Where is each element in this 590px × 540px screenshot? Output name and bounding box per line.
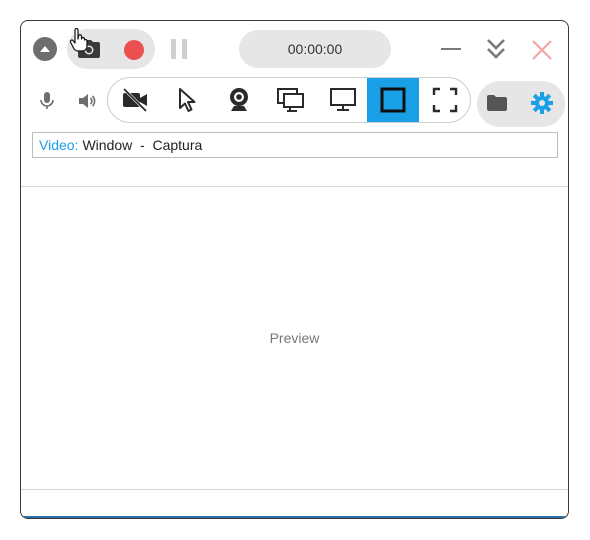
camera-icon [78, 40, 100, 58]
cursor-button[interactable] [165, 78, 209, 122]
recording-timer: 00:00:00 [239, 30, 391, 68]
gear-icon [531, 92, 553, 114]
pause-button[interactable] [171, 39, 189, 61]
double-chevron-down-icon [487, 39, 505, 59]
close-icon [532, 40, 552, 60]
window-icon [380, 87, 406, 113]
microphone-icon [40, 92, 54, 109]
settings-button[interactable] [530, 91, 554, 115]
monitor-icon [330, 88, 356, 111]
video-off-button[interactable] [113, 78, 157, 122]
collapse-up-icon [40, 46, 50, 52]
video-off-icon [122, 88, 148, 112]
video-source-value: Window - Captura [82, 137, 203, 153]
divider [21, 489, 568, 490]
region-button[interactable] [423, 78, 467, 122]
multiple-windows-icon [277, 88, 304, 112]
speaker-icon [79, 94, 96, 108]
open-folder-button[interactable] [485, 91, 509, 115]
window-button[interactable] [367, 78, 419, 122]
preview-area: Preview [21, 187, 568, 489]
minimize-button[interactable] [441, 48, 461, 50]
windows-button[interactable] [269, 78, 313, 122]
app-window: 00:00:00 Video: Window - Captura Preview [20, 20, 569, 519]
webcam-icon [230, 88, 248, 111]
preview-label: Preview [269, 330, 320, 346]
webcam-button[interactable] [217, 78, 261, 122]
video-source-field[interactable]: Video: Window - Captura [32, 132, 558, 158]
video-source-label: Video: [39, 137, 79, 153]
record-button[interactable] [124, 40, 144, 60]
microphone-button[interactable] [39, 91, 55, 111]
screen-button[interactable] [321, 78, 365, 122]
window-border-accent [21, 516, 568, 518]
expand-down-button[interactable] [485, 37, 507, 61]
cursor-icon [179, 88, 196, 112]
close-button[interactable] [531, 39, 553, 61]
folder-icon [487, 95, 507, 111]
speaker-button[interactable] [77, 91, 97, 111]
collapse-button[interactable] [33, 37, 57, 61]
screenshot-button[interactable] [77, 37, 101, 61]
pause-icon [171, 39, 176, 59]
fullscreen-region-icon [432, 87, 458, 113]
